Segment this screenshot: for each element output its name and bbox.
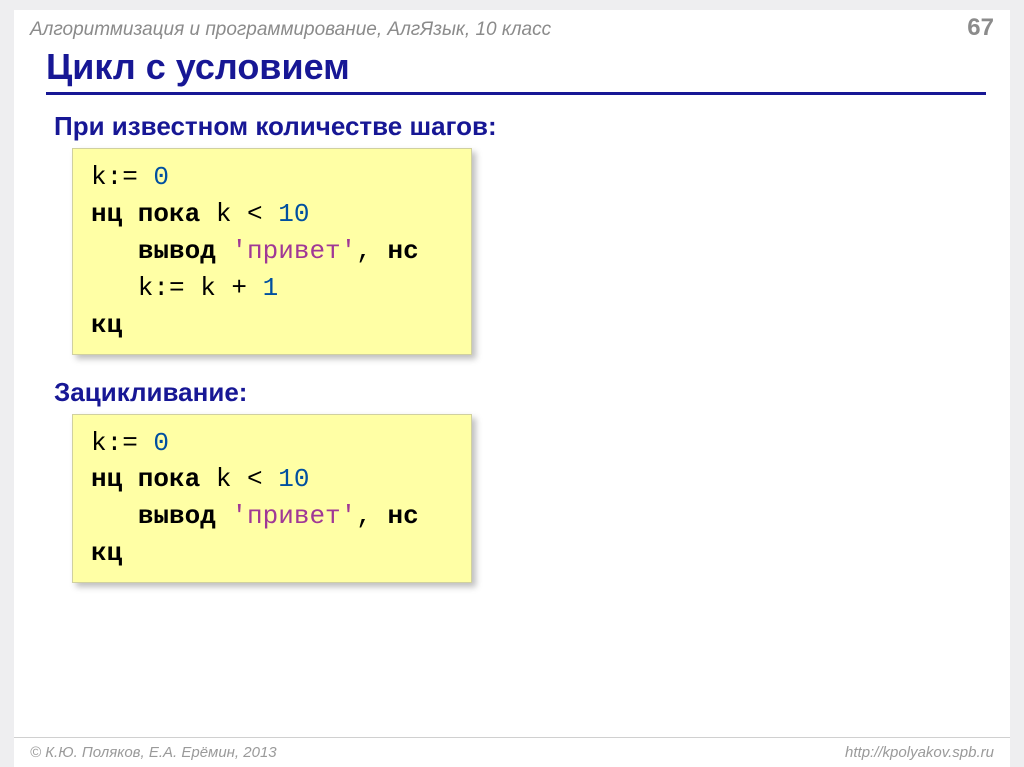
code-text: ,: [356, 236, 387, 266]
code-text: k <: [200, 199, 278, 229]
breadcrumb: Алгоритмизация и программирование, АлгЯз…: [30, 19, 551, 41]
code-keyword: вывод: [138, 236, 216, 266]
code-keyword: кц: [91, 310, 122, 340]
slide: Алгоритмизация и программирование, АлгЯз…: [14, 10, 1010, 767]
content: При известном количестве шагов: k:= 0 нц…: [14, 95, 1010, 583]
code-keyword: кц: [91, 538, 122, 568]
code-keyword: нс: [387, 236, 418, 266]
section1-heading: При известном количестве шагов:: [54, 111, 970, 142]
code-text: ,: [356, 501, 387, 531]
code-block-1: k:= 0 нц пока k < 10 вывод 'привет', нс …: [72, 148, 472, 355]
code-string: 'привет': [231, 501, 356, 531]
page-title: Цикл с условием: [46, 46, 986, 92]
code-text: [216, 501, 232, 531]
code-text: k:=: [91, 428, 153, 458]
footer: © К.Ю. Поляков, Е.А. Ерёмин, 2013 http:/…: [14, 737, 1010, 767]
code-keyword: вывод: [138, 501, 216, 531]
code-keyword: нс: [387, 501, 418, 531]
code-text: k:=: [91, 162, 153, 192]
title-block: Цикл с условием: [14, 42, 1010, 95]
code-keyword: нц пока: [91, 464, 200, 494]
code-number: 1: [263, 273, 279, 303]
footer-url: http://kpolyakov.spb.ru: [845, 744, 994, 761]
section2-heading: Зацикливание:: [54, 377, 970, 408]
code-number: 10: [278, 199, 309, 229]
code-text: [216, 236, 232, 266]
code-number: 0: [153, 162, 169, 192]
code-keyword: нц пока: [91, 199, 200, 229]
code-number: 10: [278, 464, 309, 494]
code-number: 0: [153, 428, 169, 458]
page-number: 67: [967, 14, 994, 42]
code-text: k:= k +: [91, 273, 263, 303]
code-text: k <: [200, 464, 278, 494]
copyright: © К.Ю. Поляков, Е.А. Ерёмин, 2013: [30, 744, 277, 761]
top-bar: Алгоритмизация и программирование, АлгЯз…: [14, 10, 1010, 42]
code-string: 'привет': [231, 236, 356, 266]
code-block-2: k:= 0 нц пока k < 10 вывод 'привет', нс …: [72, 414, 472, 584]
